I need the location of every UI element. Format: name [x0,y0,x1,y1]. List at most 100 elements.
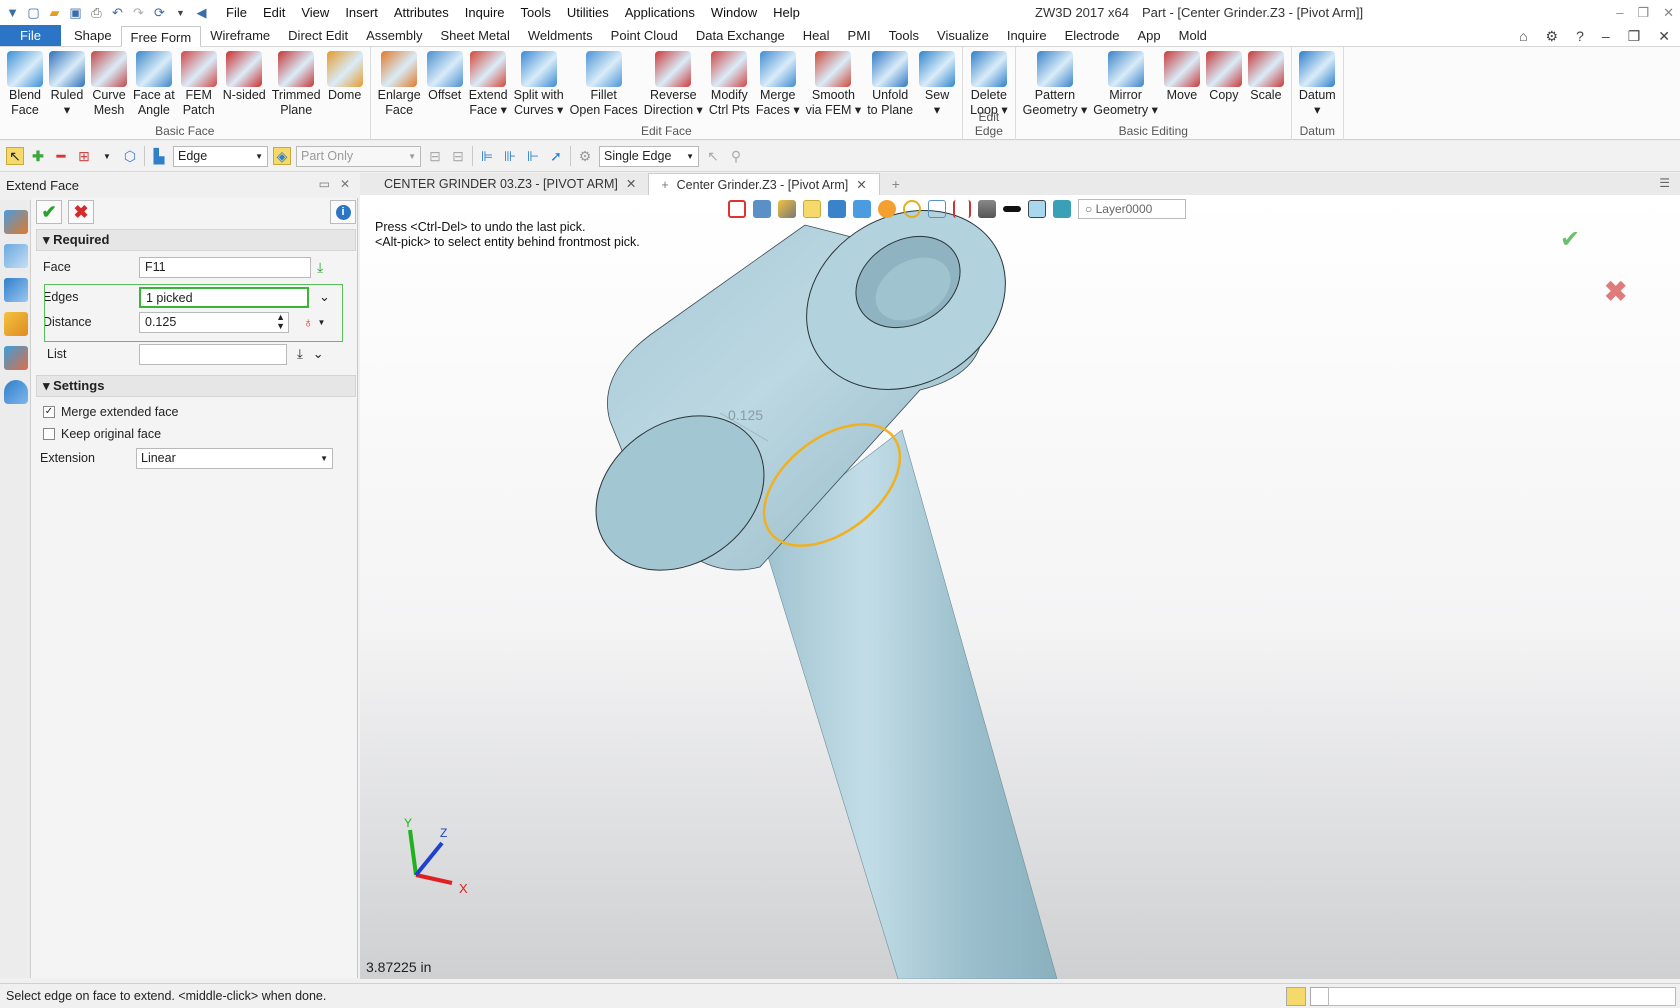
pick-face-icon[interactable]: ⤓ [317,259,323,276]
required-section-header[interactable]: ▾ Required [36,229,356,251]
doc-tab-center-grinder-03[interactable]: CENTER GRINDER 03.Z3 - [PIVOT ARM] ✕ [372,173,648,195]
measure-view-icon[interactable] [953,200,971,218]
tab-point-cloud[interactable]: Point Cloud [602,25,687,46]
menu-view[interactable]: View [293,0,337,25]
tab-inquire[interactable]: Inquire [998,25,1056,46]
distance-field[interactable]: 0.125 ▲ ▼ [139,311,289,333]
cube-view-icon[interactable] [828,200,846,218]
close-tab-icon[interactable]: ✕ [856,174,866,195]
list-field[interactable] [139,343,287,365]
spinner-icon[interactable]: ▲ ▼ [276,312,285,331]
collapse-ribbon-icon[interactable]: ⌂ [1519,25,1527,47]
light-icon[interactable] [903,200,921,218]
doc-tab-center-grinder[interactable]: + Center Grinder.Z3 - [Pivot Arm] ✕ [648,173,880,195]
minimize-icon[interactable]: – [1616,0,1623,25]
menu-edit[interactable]: Edit [255,0,293,25]
refresh-icon[interactable]: ⟳ [151,4,168,21]
background-icon[interactable] [978,200,996,218]
select-pointer-icon[interactable]: ↖ [6,147,24,165]
merge-row[interactable]: ✓ Merge extended face [43,401,353,423]
shaded-view-icon[interactable] [803,200,821,218]
tab-free-form[interactable]: Free Form [120,26,202,47]
new-file-icon[interactable]: ▢ [25,4,42,21]
image-gallery-icon[interactable] [4,346,28,370]
tab-pmi[interactable]: PMI [839,25,880,46]
redo-icon[interactable]: ↷ [130,4,147,21]
assembly-tree-icon[interactable] [4,278,28,302]
save-icon[interactable]: ▣ [67,4,84,21]
menu-attributes[interactable]: Attributes [386,0,457,25]
pencil-icon[interactable] [778,200,796,218]
extension-select[interactable]: Linear ▼ [136,447,333,469]
face-color-icon[interactable] [1028,200,1046,218]
print-icon[interactable]: ⎙ [88,4,105,21]
help-icon[interactable]: ? [1576,25,1584,47]
undo-icon[interactable]: ↶ [109,4,126,21]
tab-tools[interactable]: Tools [880,25,928,46]
view-orient-icon[interactable] [753,200,771,218]
measure-icon[interactable]: ♁ [303,314,314,330]
tab-direct-edit[interactable]: Direct Edit [279,25,357,46]
expand-chevron-icon[interactable]: ⌄ [313,346,324,362]
edges-field[interactable]: 1 picked [139,286,309,308]
merge-checkbox[interactable]: ✓ [43,406,55,418]
keep-row[interactable]: Keep original face [43,423,353,445]
tab-mold[interactable]: Mold [1170,25,1216,46]
settings-section-header[interactable]: ▾ Settings [36,375,356,397]
distance-dimension[interactable]: 0.125 [728,407,763,423]
info-button[interactable]: i [330,200,356,224]
black-color-icon[interactable] [1003,206,1021,212]
align-left-icon[interactable]: ⊫ [478,147,496,165]
part-model[interactable]: X Y Z [360,195,1680,979]
tab-heal[interactable]: Heal [794,25,839,46]
tab-sheet-metal[interactable]: Sheet Metal [432,25,519,46]
tab-data-exchange[interactable]: Data Exchange [687,25,794,46]
cursor-icon[interactable]: ↖ [704,147,722,165]
menu-tools[interactable]: Tools [513,0,559,25]
close-panel-icon[interactable]: ✕ [340,177,350,191]
keep-checkbox[interactable] [43,428,55,440]
filter-icon[interactable]: ▙ [150,147,168,165]
dropdown-arrow-icon[interactable]: ▼ [98,147,116,165]
tab-wireframe[interactable]: Wireframe [201,25,279,46]
menu-insert[interactable]: Insert [337,0,386,25]
exit-icon[interactable] [728,200,746,218]
tab-assembly[interactable]: Assembly [357,25,431,46]
command-input[interactable] [1328,987,1676,1006]
tab-weldments[interactable]: Weldments [519,25,602,46]
status-icon-2[interactable] [1310,987,1330,1006]
import-icon[interactable]: ⤓ [297,346,303,362]
zoom-fit-icon[interactable] [928,200,946,218]
status-icon-1[interactable] [1286,987,1306,1006]
close-icon[interactable]: ✕ [1658,25,1670,47]
render-icon[interactable] [878,200,896,218]
layer-select[interactable]: ○ Layer0000 [1078,199,1186,219]
tab-electrode[interactable]: Electrode [1056,25,1129,46]
layer-icon[interactable] [1053,200,1071,218]
menu-window[interactable]: Window [703,0,765,25]
part-box-icon[interactable] [4,312,28,336]
history-tree-icon[interactable] [4,244,28,268]
3d-viewport[interactable]: X Y Z ○ Layer0000 Press <Ctrl-Del> to un… [360,195,1680,979]
close-tab-icon[interactable]: ✕ [626,173,636,195]
dropdown-arrow-icon[interactable]: ▼ [172,4,189,21]
scope-select[interactable]: Part Only ▼ [296,145,421,167]
ok-button[interactable]: ✔ [36,200,62,224]
align-right-icon[interactable]: ⊩ [524,147,542,165]
stack-icon[interactable]: ⊟ [449,147,467,165]
expand-chevron-icon[interactable]: ⌄ [319,289,330,305]
face-field[interactable]: F11 [139,256,311,278]
scope-icon[interactable]: ◈ [273,147,291,165]
restore-icon[interactable]: ❐ [1637,0,1649,25]
tab-file[interactable]: File [0,25,61,46]
user-icon[interactable] [4,380,28,404]
extend-face-tab-icon[interactable] [4,210,28,234]
pick-mode-select[interactable]: Single Edge ▼ [599,145,699,167]
restore-icon[interactable]: ❐ [1628,25,1641,47]
remove-icon[interactable]: ━ [52,147,70,165]
menu-file[interactable]: File [218,0,255,25]
align-center-icon[interactable]: ⊪ [501,147,519,165]
grid-icon[interactable]: ⊟ [426,147,444,165]
menu-inquire[interactable]: Inquire [457,0,513,25]
tab-list-icon[interactable]: ☰ [1659,176,1670,190]
